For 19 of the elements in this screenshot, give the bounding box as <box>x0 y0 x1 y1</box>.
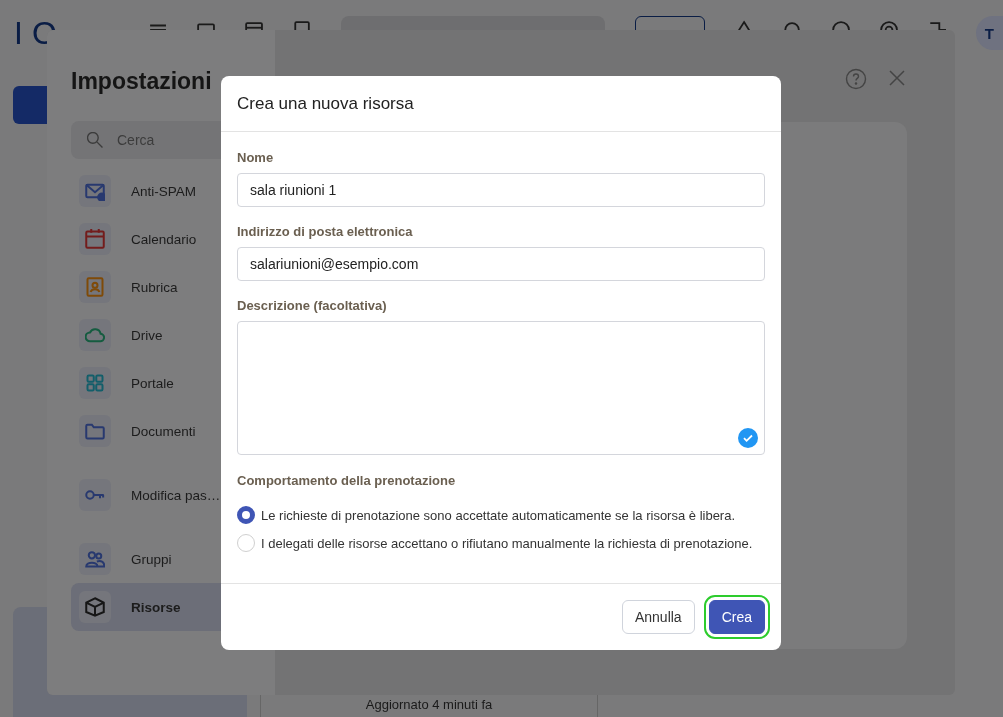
checkmark-icon <box>738 428 758 448</box>
text-field[interactable]: sala riunioni 1 <box>237 173 765 207</box>
field-label: Descrizione (facoltativa) <box>237 298 388 313</box>
text-field[interactable]: salariunioni@esempio.com <box>237 247 765 281</box>
avatar[interactable]: T <box>975 16 1003 50</box>
search-icon <box>87 132 103 148</box>
radio-label: I delegati delle risorse accettano o rifiutano manualmente la richiesta di prenotazione. <box>261 535 753 551</box>
section-label: Comportamento della prenotazione <box>237 473 457 488</box>
close-icon[interactable] <box>887 68 907 88</box>
search-placeholder: Cerca <box>117 132 155 148</box>
help-icon[interactable] <box>845 68 867 90</box>
radio-label: Le richieste di prenotazione sono accettate automaticamente se la risorsa è libera. <box>261 507 736 523</box>
dialog-title: Crea una nuova risorsa <box>237 93 414 114</box>
radio-button[interactable] <box>237 506 255 524</box>
field-label: Indirizzo di posta elettronica <box>237 224 414 239</box>
settings-title: Impostazioni <box>71 68 213 95</box>
description-field[interactable] <box>237 321 765 455</box>
status-text: Aggiornato 4 minuti fa <box>365 697 493 712</box>
cancel-button[interactable]: Annulla <box>621 600 695 634</box>
